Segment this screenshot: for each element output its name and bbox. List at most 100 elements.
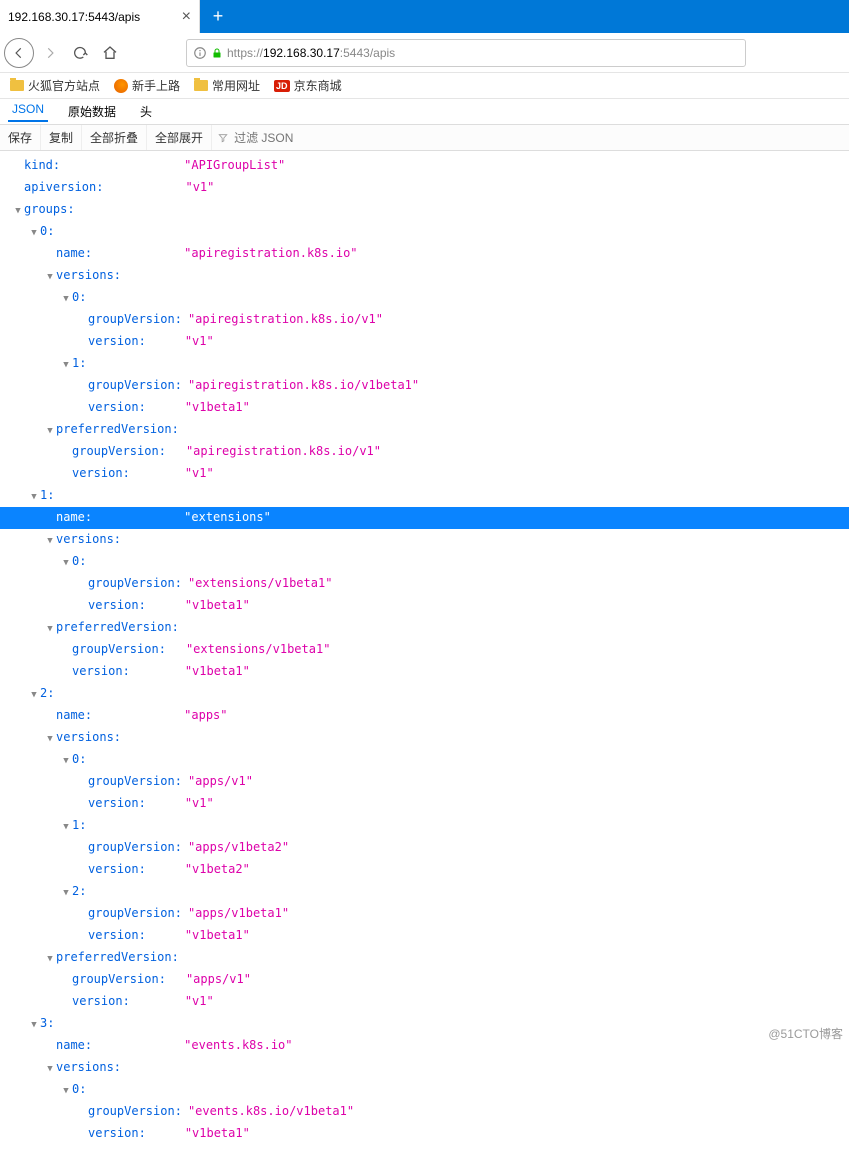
json-row[interactable]: ▶name:"apiregistration.k8s.io" — [0, 243, 849, 265]
tab-json[interactable]: JSON — [8, 102, 48, 122]
json-tree[interactable]: ▶kind:"APIGroupList"▶apiversion:"v1"▼gro… — [0, 151, 849, 1157]
json-row[interactable]: ▶version:"v1beta1" — [0, 397, 849, 419]
json-value: "events.k8s.io/v1beta1" — [188, 1101, 354, 1121]
json-viewer-tabs: JSON 原始数据 头 — [0, 99, 849, 125]
json-row[interactable]: ▶groupVersion:"apps/v1beta2" — [0, 837, 849, 859]
json-row[interactable]: ▶groupVersion:"apiregistration.k8s.io/v1… — [0, 441, 849, 463]
json-row[interactable]: ▼0: — [0, 287, 849, 309]
json-row[interactable]: ▼0: — [0, 1079, 849, 1101]
json-row[interactable]: ▶version:"v1beta1" — [0, 661, 849, 683]
json-row[interactable]: ▶version:"v1beta1" — [0, 1123, 849, 1145]
json-row[interactable]: ▶groupVersion:"extensions/v1beta1" — [0, 639, 849, 661]
disclosure-triangle-icon[interactable]: ▼ — [60, 289, 72, 309]
json-row[interactable]: ▼0: — [0, 551, 849, 573]
filter-input[interactable] — [232, 130, 352, 146]
json-row[interactable]: ▼versions: — [0, 265, 849, 287]
disclosure-triangle-icon[interactable]: ▼ — [28, 487, 40, 507]
json-row[interactable]: ▼1: — [0, 815, 849, 837]
json-key: 0 — [72, 551, 79, 571]
json-row[interactable]: ▶version:"v1" — [0, 463, 849, 485]
disclosure-triangle-icon[interactable]: ▼ — [60, 553, 72, 573]
tab-headers[interactable]: 头 — [136, 103, 156, 120]
json-row[interactable]: ▶name:"extensions" — [0, 507, 849, 529]
json-row[interactable]: ▶groupVersion:"apiregistration.k8s.io/v1… — [0, 309, 849, 331]
json-key: version — [88, 1123, 139, 1143]
bookmark-item[interactable]: 新手上路 — [114, 77, 180, 94]
disclosure-triangle-icon[interactable]: ▼ — [44, 619, 56, 639]
disclosure-triangle-icon[interactable]: ▼ — [28, 685, 40, 705]
bookmark-label: 常用网址 — [212, 77, 260, 94]
json-row[interactable]: ▶version:"v1beta1" — [0, 925, 849, 947]
json-row[interactable]: ▶groupVersion:"apps/v1beta1" — [0, 903, 849, 925]
json-row[interactable]: ▼versions: — [0, 529, 849, 551]
json-row[interactable]: ▼0: — [0, 221, 849, 243]
browser-tab[interactable]: 192.168.30.17:5443/apis × — [0, 0, 200, 33]
disclosure-triangle-icon[interactable]: ▼ — [44, 729, 56, 749]
json-row[interactable]: ▼groups: — [0, 199, 849, 221]
json-key: groupVersion — [88, 903, 175, 923]
json-row[interactable]: ▼versions: — [0, 727, 849, 749]
json-row[interactable]: ▶groupVersion:"events.k8s.io/v1beta1" — [0, 1101, 849, 1123]
json-row[interactable]: ▶apiversion:"v1" — [0, 177, 849, 199]
info-icon[interactable] — [193, 46, 207, 60]
json-key: 0 — [72, 749, 79, 769]
tab-raw[interactable]: 原始数据 — [64, 103, 120, 120]
expand-all-button[interactable]: 全部展开 — [147, 125, 212, 150]
json-row[interactable]: ▶groupVersion:"apps/v1" — [0, 969, 849, 991]
copy-button[interactable]: 复制 — [41, 125, 82, 150]
json-row[interactable]: ▼3: — [0, 1013, 849, 1035]
json-row[interactable]: ▶version:"v1" — [0, 991, 849, 1013]
json-row[interactable]: ▶groupVersion:"apiregistration.k8s.io/v1… — [0, 375, 849, 397]
disclosure-triangle-icon[interactable]: ▼ — [60, 751, 72, 771]
json-row[interactable]: ▶groupVersion:"apps/v1" — [0, 771, 849, 793]
disclosure-triangle-icon[interactable]: ▼ — [60, 355, 72, 375]
reload-button[interactable] — [66, 39, 94, 67]
new-tab-button[interactable]: + — [200, 0, 236, 33]
json-row[interactable]: ▼preferredVersion: — [0, 947, 849, 969]
bookmark-item[interactable]: 火狐官方站点 — [10, 77, 100, 94]
disclosure-triangle-icon[interactable]: ▼ — [44, 531, 56, 551]
disclosure-triangle-icon[interactable]: ▼ — [44, 949, 56, 969]
save-button[interactable]: 保存 — [0, 125, 41, 150]
json-key: groupVersion — [88, 1101, 175, 1121]
lock-icon[interactable] — [211, 46, 223, 60]
bookmark-item[interactable]: JD京东商城 — [274, 77, 342, 94]
json-row[interactable]: ▶name:"events.k8s.io" — [0, 1035, 849, 1057]
json-row[interactable]: ▶version:"v1" — [0, 793, 849, 815]
json-row[interactable]: ▶version:"v1beta2" — [0, 859, 849, 881]
bookmark-item[interactable]: 常用网址 — [194, 77, 260, 94]
disclosure-triangle-icon[interactable]: ▼ — [12, 201, 24, 221]
json-row[interactable]: ▼preferredVersion: — [0, 617, 849, 639]
json-row[interactable]: ▶version:"v1beta1" — [0, 595, 849, 617]
collapse-all-button[interactable]: 全部折叠 — [82, 125, 147, 150]
disclosure-triangle-icon[interactable]: ▼ — [44, 267, 56, 287]
json-row[interactable]: ▶name:"apps" — [0, 705, 849, 727]
disclosure-triangle-icon[interactable]: ▼ — [44, 421, 56, 441]
back-button[interactable] — [4, 38, 34, 68]
json-row[interactable]: ▼preferredVersion: — [0, 419, 849, 441]
json-row[interactable]: ▼1: — [0, 353, 849, 375]
json-row[interactable]: ▼0: — [0, 749, 849, 771]
disclosure-triangle-icon[interactable]: ▼ — [44, 1059, 56, 1079]
json-row[interactable]: ▼2: — [0, 881, 849, 903]
json-key: groupVersion — [72, 639, 159, 659]
home-button[interactable] — [96, 39, 124, 67]
close-tab-icon[interactable]: × — [182, 9, 191, 25]
disclosure-triangle-icon[interactable]: ▼ — [60, 817, 72, 837]
url-bar[interactable]: https://192.168.30.17:5443/apis — [186, 39, 746, 67]
json-row[interactable]: ▼2: — [0, 683, 849, 705]
json-key: kind — [24, 155, 53, 175]
disclosure-triangle-icon[interactable]: ▼ — [28, 1015, 40, 1035]
json-value: "v1beta2" — [185, 859, 250, 879]
json-value: "apps/v1beta2" — [188, 837, 289, 857]
disclosure-triangle-icon[interactable]: ▼ — [28, 223, 40, 243]
json-row[interactable]: ▶version:"v1" — [0, 331, 849, 353]
json-row[interactable]: ▼versions: — [0, 1057, 849, 1079]
json-row[interactable]: ▶kind:"APIGroupList" — [0, 155, 849, 177]
disclosure-triangle-icon[interactable]: ▼ — [60, 883, 72, 903]
json-key: groupVersion — [88, 573, 175, 593]
json-row[interactable]: ▶groupVersion:"extensions/v1beta1" — [0, 573, 849, 595]
json-row[interactable]: ▼1: — [0, 485, 849, 507]
disclosure-triangle-icon[interactable]: ▼ — [60, 1081, 72, 1101]
forward-button[interactable] — [36, 39, 64, 67]
